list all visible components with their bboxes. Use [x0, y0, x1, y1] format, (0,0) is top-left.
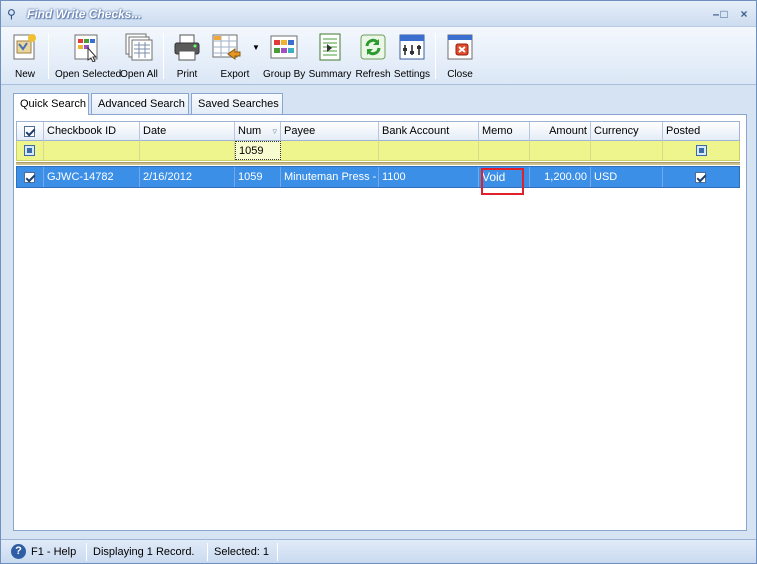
status-bar: ? F1 - Help Displaying 1 Record. Selecte…: [1, 539, 756, 563]
tab-saved-searches[interactable]: Saved Searches: [191, 93, 283, 114]
cell-date[interactable]: 2/16/2012: [140, 167, 235, 187]
settings-button[interactable]: Settings: [393, 29, 431, 83]
column-num[interactable]: Num ▿: [235, 122, 281, 141]
cell-payee[interactable]: Minuteman Press - I: [281, 167, 379, 187]
filter-date[interactable]: [140, 141, 235, 160]
filter-divider: [16, 162, 740, 165]
filter-payee[interactable]: [281, 141, 379, 160]
help-icon[interactable]: ?: [11, 544, 26, 559]
filter-bank-account[interactable]: [379, 141, 479, 160]
filter-num-input[interactable]: 1059: [235, 141, 281, 160]
tab-quick-search[interactable]: Quick Search: [13, 93, 89, 115]
toolbar-separator: [163, 33, 164, 79]
cell-currency[interactable]: USD: [591, 167, 663, 187]
toolbar-separator: [48, 33, 49, 79]
filter-posted[interactable]: [663, 141, 741, 160]
filter-row-selector[interactable]: [17, 141, 44, 160]
toolbar: New Open Selected Open All Print Export …: [1, 27, 756, 85]
cell-posted[interactable]: [663, 167, 741, 187]
record-count: Displaying 1 Record.: [93, 546, 195, 558]
summary-icon: [315, 32, 345, 62]
row-select-checkbox[interactable]: [17, 167, 44, 187]
column-memo[interactable]: Memo: [479, 122, 530, 141]
selected-count: Selected: 1: [214, 546, 270, 558]
filter-memo[interactable]: [479, 141, 530, 160]
refresh-button[interactable]: Refresh: [353, 29, 393, 83]
cell-bank-account[interactable]: 1100: [379, 167, 479, 187]
window-title: Find Write Checks...: [27, 7, 142, 21]
column-payee[interactable]: Payee: [281, 122, 379, 141]
cell-num[interactable]: 1059: [235, 167, 281, 187]
checkbox-icon: [24, 125, 35, 137]
column-num-label: Num: [238, 125, 262, 137]
filter-amount[interactable]: [530, 141, 591, 160]
printer-icon: [172, 32, 202, 62]
help-shortcut[interactable]: F1 - Help: [31, 544, 76, 560]
column-checkbook-id[interactable]: Checkbook ID: [44, 122, 140, 141]
open-selected-icon: [72, 32, 102, 63]
export-button[interactable]: Export ▼: [209, 29, 261, 83]
column-amount[interactable]: Amount: [530, 122, 591, 141]
filter-checkbook-id[interactable]: [44, 141, 140, 160]
open-all-button[interactable]: Open All: [119, 29, 159, 83]
new-button[interactable]: New: [5, 29, 45, 83]
export-icon: [211, 32, 241, 62]
table-row[interactable]: GJWC-14782 2/16/2012 1059 Minuteman Pres…: [16, 166, 740, 188]
cell-amount[interactable]: 1,200.00: [530, 167, 591, 187]
refresh-icon: [358, 32, 388, 62]
select-all-checkbox-header[interactable]: [17, 122, 44, 141]
settings-icon: [397, 32, 427, 62]
group-by-button[interactable]: Group By: [263, 29, 305, 83]
results-panel: Checkbook ID Date Num ▿ Payee Bank Accoun…: [13, 114, 747, 531]
export-dropdown-arrow-icon[interactable]: ▼: [252, 43, 260, 52]
posted-checkbox-icon: [695, 171, 706, 183]
checkbox-icon: [24, 171, 35, 183]
status-separator: [207, 543, 208, 561]
column-posted[interactable]: Posted: [663, 122, 741, 141]
column-date[interactable]: Date: [140, 122, 235, 141]
close-icon: [445, 32, 475, 62]
filter-posted-icon: [696, 144, 707, 156]
filter-currency[interactable]: [591, 141, 663, 160]
toolbar-separator: [435, 33, 436, 79]
title-bar: ⚲ Find Write Checks... – □ ×: [1, 1, 756, 27]
find-write-checks-window: ⚲ Find Write Checks... – □ × New Open Se…: [0, 0, 757, 564]
maximize-button[interactable]: □: [715, 5, 733, 23]
binoculars-icon: ⚲: [7, 7, 16, 21]
tab-advanced-search[interactable]: Advanced Search: [91, 93, 189, 114]
memo-highlight-box: [481, 168, 524, 195]
grid-header: Checkbook ID Date Num ▿ Payee Bank Accoun…: [16, 121, 740, 141]
open-selected-button[interactable]: Open Selected: [55, 29, 121, 83]
cell-checkbook-id[interactable]: GJWC-14782: [44, 167, 140, 187]
new-document-icon: [10, 32, 40, 62]
status-separator: [277, 543, 278, 561]
group-by-icon: [269, 32, 299, 62]
print-button[interactable]: Print: [167, 29, 207, 83]
filter-row: 1059: [16, 141, 740, 161]
close-button[interactable]: Close: [441, 29, 479, 83]
close-window-button[interactable]: ×: [735, 5, 753, 23]
column-currency[interactable]: Currency: [591, 122, 663, 141]
filter-funnel-icon: ▿: [272, 126, 277, 136]
column-bank-account[interactable]: Bank Account: [379, 122, 479, 141]
status-separator: [86, 543, 87, 561]
open-all-icon: [124, 32, 154, 62]
summary-button[interactable]: Summary: [308, 29, 352, 83]
filter-row-icon: [24, 144, 35, 156]
